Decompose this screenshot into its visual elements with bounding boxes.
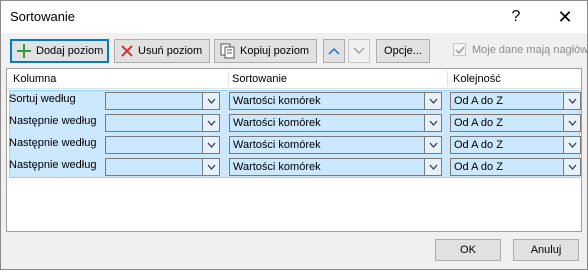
sort-dialog: Sortowanie ? ✕ Dodaj poziom Usuń poziom … [0, 0, 588, 270]
help-button[interactable]: ? [496, 3, 536, 31]
dialog-title: Sortowanie [10, 9, 76, 24]
column-header-kolumna: Kolumna [13, 73, 57, 85]
delete-level-button[interactable]: Usuń poziom [114, 39, 210, 63]
dropdown-arrow-icon[interactable] [563, 93, 580, 109]
row-label: Sortuj według [9, 93, 76, 105]
dropdown-arrow-icon[interactable] [202, 159, 219, 175]
sort-on-select[interactable]: Wartości komórek [229, 92, 442, 110]
dropdown-arrow-icon[interactable] [424, 93, 441, 109]
sort-level-row[interactable]: Sortuj według Wartości komórek Od A do Z [7, 90, 583, 112]
delete-x-icon [121, 45, 133, 57]
dropdown-arrow-icon[interactable] [202, 115, 219, 131]
dropdown-arrow-icon[interactable] [563, 137, 580, 153]
dropdown-arrow-icon[interactable] [424, 137, 441, 153]
column-header-kolejnosc: Kolejność [453, 73, 501, 85]
column-select[interactable] [105, 92, 220, 110]
cancel-button[interactable]: Anuluj [513, 239, 579, 261]
close-button[interactable]: ✕ [545, 3, 585, 31]
order-select[interactable]: Od A do Z [450, 136, 581, 154]
order-select[interactable]: Od A do Z [450, 92, 581, 110]
dropdown-arrow-icon[interactable] [563, 115, 580, 131]
sort-on-value: Wartości komórek [233, 117, 321, 129]
dropdown-arrow-icon[interactable] [563, 159, 580, 175]
has-headers-label: Moje dane mają nagłówki [472, 43, 588, 56]
column-separator [447, 71, 448, 87]
ok-button[interactable]: OK [435, 239, 501, 261]
title-bar: Sortowanie ? ✕ [1, 1, 587, 33]
header-divider [7, 88, 581, 89]
checkbox-box [453, 43, 466, 56]
sort-level-row[interactable]: Następnie według Wartości komórek Od A d… [7, 156, 583, 178]
order-value: Od A do Z [454, 117, 503, 129]
order-select[interactable]: Od A do Z [450, 158, 581, 176]
chevron-down-icon [353, 47, 365, 55]
sort-on-select[interactable]: Wartości komórek [229, 158, 442, 176]
checkmark-icon [454, 46, 465, 54]
dropdown-arrow-icon[interactable] [424, 159, 441, 175]
column-select[interactable] [105, 114, 220, 132]
column-select[interactable] [105, 158, 220, 176]
order-value: Od A do Z [454, 139, 503, 151]
row-label: Następnie według [9, 137, 97, 149]
sort-on-value: Wartości komórek [233, 95, 321, 107]
move-down-button[interactable] [348, 39, 370, 63]
plus-icon [17, 44, 31, 58]
sort-on-select[interactable]: Wartości komórek [229, 136, 442, 154]
has-headers-checkbox[interactable]: Moje dane mają nagłówki [453, 43, 588, 56]
sort-levels-grid: Kolumna Sortowanie Kolejność Sortuj wedł… [6, 68, 582, 232]
order-value: Od A do Z [454, 161, 503, 173]
chevron-up-icon [328, 47, 340, 55]
column-separator [228, 71, 229, 87]
copy-level-label: Kopiuj poziom [240, 45, 310, 57]
sort-level-row[interactable]: Następnie według Wartości komórek Od A d… [7, 134, 583, 156]
dropdown-arrow-icon[interactable] [202, 93, 219, 109]
sort-on-select[interactable]: Wartości komórek [229, 114, 442, 132]
sort-on-value: Wartości komórek [233, 161, 321, 173]
row-label: Następnie według [9, 115, 97, 127]
copy-level-button[interactable]: Kopiuj poziom [214, 39, 317, 63]
options-button[interactable]: Opcje... [376, 39, 430, 63]
column-header-sortowanie: Sortowanie [232, 73, 288, 85]
copy-icon [220, 43, 235, 59]
add-level-label: Dodaj poziom [36, 45, 104, 57]
order-value: Od A do Z [454, 95, 503, 107]
sort-level-row[interactable]: Następnie według Wartości komórek Od A d… [7, 112, 583, 134]
row-label: Następnie według [9, 159, 97, 171]
order-select[interactable]: Od A do Z [450, 114, 581, 132]
add-level-button[interactable]: Dodaj poziom [10, 39, 109, 63]
sort-on-value: Wartości komórek [233, 139, 321, 151]
move-up-button[interactable] [323, 39, 345, 63]
dropdown-arrow-icon[interactable] [202, 137, 219, 153]
dropdown-arrow-icon[interactable] [424, 115, 441, 131]
column-select[interactable] [105, 136, 220, 154]
delete-level-label: Usuń poziom [138, 45, 203, 57]
